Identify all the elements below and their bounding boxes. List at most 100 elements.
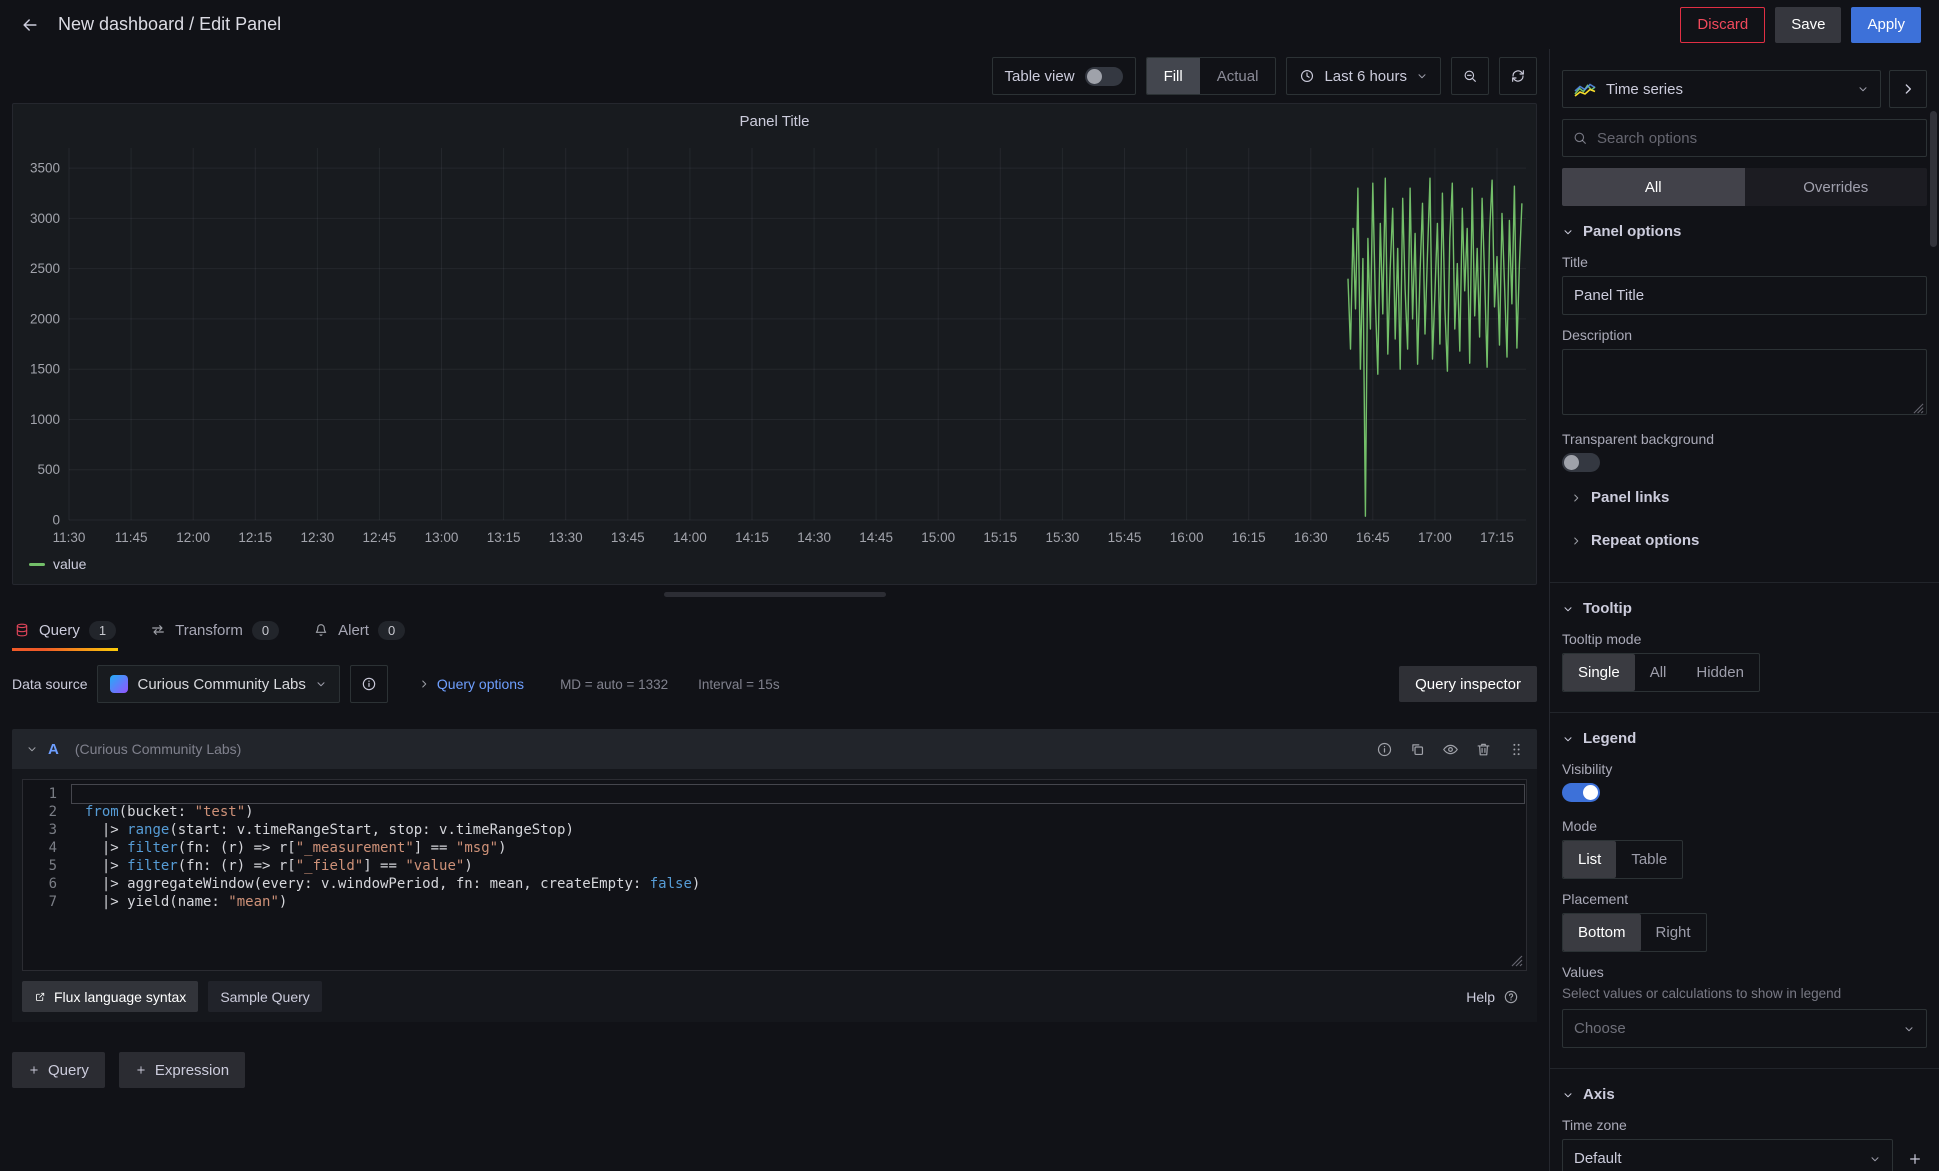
- tab-query[interactable]: Query 1: [12, 609, 118, 651]
- transparent-background-switch[interactable]: [1562, 453, 1600, 472]
- editor-resize-grip[interactable]: [1511, 955, 1523, 967]
- series-swatch: [29, 563, 45, 566]
- filter-overrides[interactable]: Overrides: [1745, 168, 1928, 206]
- search-options-input[interactable]: [1562, 119, 1927, 157]
- save-button[interactable]: Save: [1775, 7, 1841, 43]
- section-title: Panel options: [1583, 223, 1681, 240]
- svg-text:15:45: 15:45: [1108, 530, 1142, 545]
- svg-text:15:30: 15:30: [1046, 530, 1080, 545]
- panel-description-input[interactable]: [1562, 349, 1927, 415]
- query-inspector-button[interactable]: Query inspector: [1399, 666, 1537, 702]
- query-help-icon[interactable]: [1376, 741, 1393, 758]
- delete-query-icon[interactable]: [1475, 741, 1492, 758]
- legend-mode-list[interactable]: List: [1563, 841, 1616, 878]
- filter-all[interactable]: All: [1562, 168, 1745, 206]
- svg-text:500: 500: [37, 462, 60, 477]
- legend-mode-label: Mode: [1562, 818, 1927, 834]
- flux-syntax-button[interactable]: Flux language syntax: [22, 981, 198, 1012]
- add-query-button[interactable]: Query: [12, 1052, 105, 1088]
- svg-text:12:45: 12:45: [363, 530, 397, 545]
- svg-text:3500: 3500: [30, 161, 60, 176]
- arrow-left-icon: [20, 15, 40, 35]
- panel-options-header[interactable]: Panel options: [1562, 206, 1927, 242]
- tab-label: Query: [39, 622, 80, 639]
- tooltip-mode-group: Single All Hidden: [1562, 653, 1760, 692]
- chevron-down-icon: [1562, 226, 1574, 238]
- time-series-chart[interactable]: 050010001500200025003000350011:3011:4512…: [17, 134, 1532, 554]
- legend-visibility-switch[interactable]: [1562, 783, 1600, 802]
- legend-header[interactable]: Legend: [1562, 713, 1927, 749]
- zoom-out-button[interactable]: [1451, 57, 1489, 95]
- duplicate-query-icon[interactable]: [1409, 741, 1426, 758]
- datasource-help-button[interactable]: [350, 665, 388, 703]
- datasource-name: Curious Community Labs: [137, 676, 305, 693]
- select-placeholder: Choose: [1574, 1020, 1626, 1037]
- query-editor-card: A (Curious Community Labs) 1234567 from(…: [12, 729, 1537, 1022]
- apply-button[interactable]: Apply: [1851, 7, 1921, 43]
- timezone-select[interactable]: Default: [1562, 1139, 1893, 1171]
- discard-button[interactable]: Discard: [1680, 7, 1765, 43]
- svg-text:17:00: 17:00: [1418, 530, 1452, 545]
- close-options-pane-button[interactable]: [1889, 70, 1927, 108]
- chevron-down-icon: [315, 678, 327, 690]
- add-timezone-button[interactable]: [1903, 1147, 1927, 1171]
- panel-resize-handle[interactable]: [664, 592, 886, 597]
- chart-legend[interactable]: value: [13, 554, 1536, 572]
- toggle-knob: [1583, 785, 1598, 800]
- add-expression-label: Expression: [155, 1062, 229, 1079]
- flux-code-editor[interactable]: 1234567 from(bucket: "test") |> range(st…: [22, 779, 1527, 971]
- table-view-switch[interactable]: [1085, 67, 1123, 86]
- svg-text:12:15: 12:15: [238, 530, 272, 545]
- svg-text:13:15: 13:15: [487, 530, 521, 545]
- query-options-toggle[interactable]: Query options: [412, 675, 530, 693]
- title-label: Title: [1562, 254, 1927, 270]
- time-range-picker[interactable]: Last 6 hours: [1286, 57, 1441, 95]
- hide-query-icon[interactable]: [1442, 741, 1459, 758]
- refresh-icon: [1510, 68, 1526, 84]
- query-count-badge: 1: [89, 621, 116, 640]
- tab-transform[interactable]: Transform 0: [148, 609, 281, 651]
- svg-text:14:00: 14:00: [673, 530, 707, 545]
- textarea-resize-grip-icon[interactable]: [1913, 403, 1924, 414]
- chevron-down-icon: [1903, 1023, 1915, 1035]
- datasource-picker[interactable]: Curious Community Labs: [97, 665, 339, 703]
- influxdb-logo-icon: [110, 675, 128, 693]
- tab-alert[interactable]: Alert 0: [311, 609, 407, 651]
- datasource-label: Data source: [12, 676, 87, 692]
- plus-icon: [28, 1064, 40, 1076]
- back-button[interactable]: [18, 13, 42, 37]
- repeat-options-section[interactable]: Repeat options: [1562, 519, 1927, 562]
- legend-values-select[interactable]: Choose: [1562, 1009, 1927, 1048]
- query-header[interactable]: A (Curious Community Labs): [12, 729, 1537, 769]
- panel-title-input[interactable]: [1562, 276, 1927, 315]
- legend-placement-bottom[interactable]: Bottom: [1563, 914, 1641, 951]
- fill-option[interactable]: Fill: [1147, 58, 1200, 94]
- legend-placement-right[interactable]: Right: [1641, 914, 1706, 951]
- refresh-button[interactable]: [1499, 57, 1537, 95]
- database-icon: [14, 622, 30, 638]
- visualization-picker[interactable]: Time series: [1562, 70, 1881, 108]
- tooltip-header[interactable]: Tooltip: [1562, 583, 1927, 619]
- legend-mode-table[interactable]: Table: [1616, 841, 1682, 878]
- svg-text:11:45: 11:45: [115, 530, 148, 545]
- sidebar-scrollbar-thumb[interactable]: [1930, 111, 1937, 247]
- tooltip-mode-all[interactable]: All: [1635, 654, 1682, 691]
- tooltip-mode-hidden[interactable]: Hidden: [1681, 654, 1759, 691]
- help-button[interactable]: Help: [1458, 989, 1527, 1005]
- section-panel-options: Panel options Title Description Transpar…: [1562, 206, 1927, 562]
- add-expression-button[interactable]: Expression: [119, 1052, 245, 1088]
- tooltip-mode-single[interactable]: Single: [1563, 654, 1635, 691]
- drag-query-icon[interactable]: [1508, 741, 1525, 758]
- legend-values-label: Values: [1562, 964, 1927, 980]
- code-area[interactable]: from(bucket: "test") |> range(start: v.t…: [71, 780, 1526, 970]
- section-title: Axis: [1583, 1086, 1615, 1103]
- axis-header[interactable]: Axis: [1562, 1069, 1927, 1105]
- panel-preview: Panel Title 0500100015002000250030003500…: [12, 103, 1537, 585]
- help-label: Help: [1466, 989, 1495, 1005]
- section-title: Tooltip: [1583, 600, 1632, 617]
- legend-values-description: Select values or calculations to show in…: [1562, 986, 1927, 1001]
- sample-query-button[interactable]: Sample Query: [208, 981, 321, 1012]
- actual-option[interactable]: Actual: [1200, 58, 1276, 94]
- collapse-query-button[interactable]: [24, 741, 40, 757]
- panel-links-section[interactable]: Panel links: [1562, 476, 1927, 519]
